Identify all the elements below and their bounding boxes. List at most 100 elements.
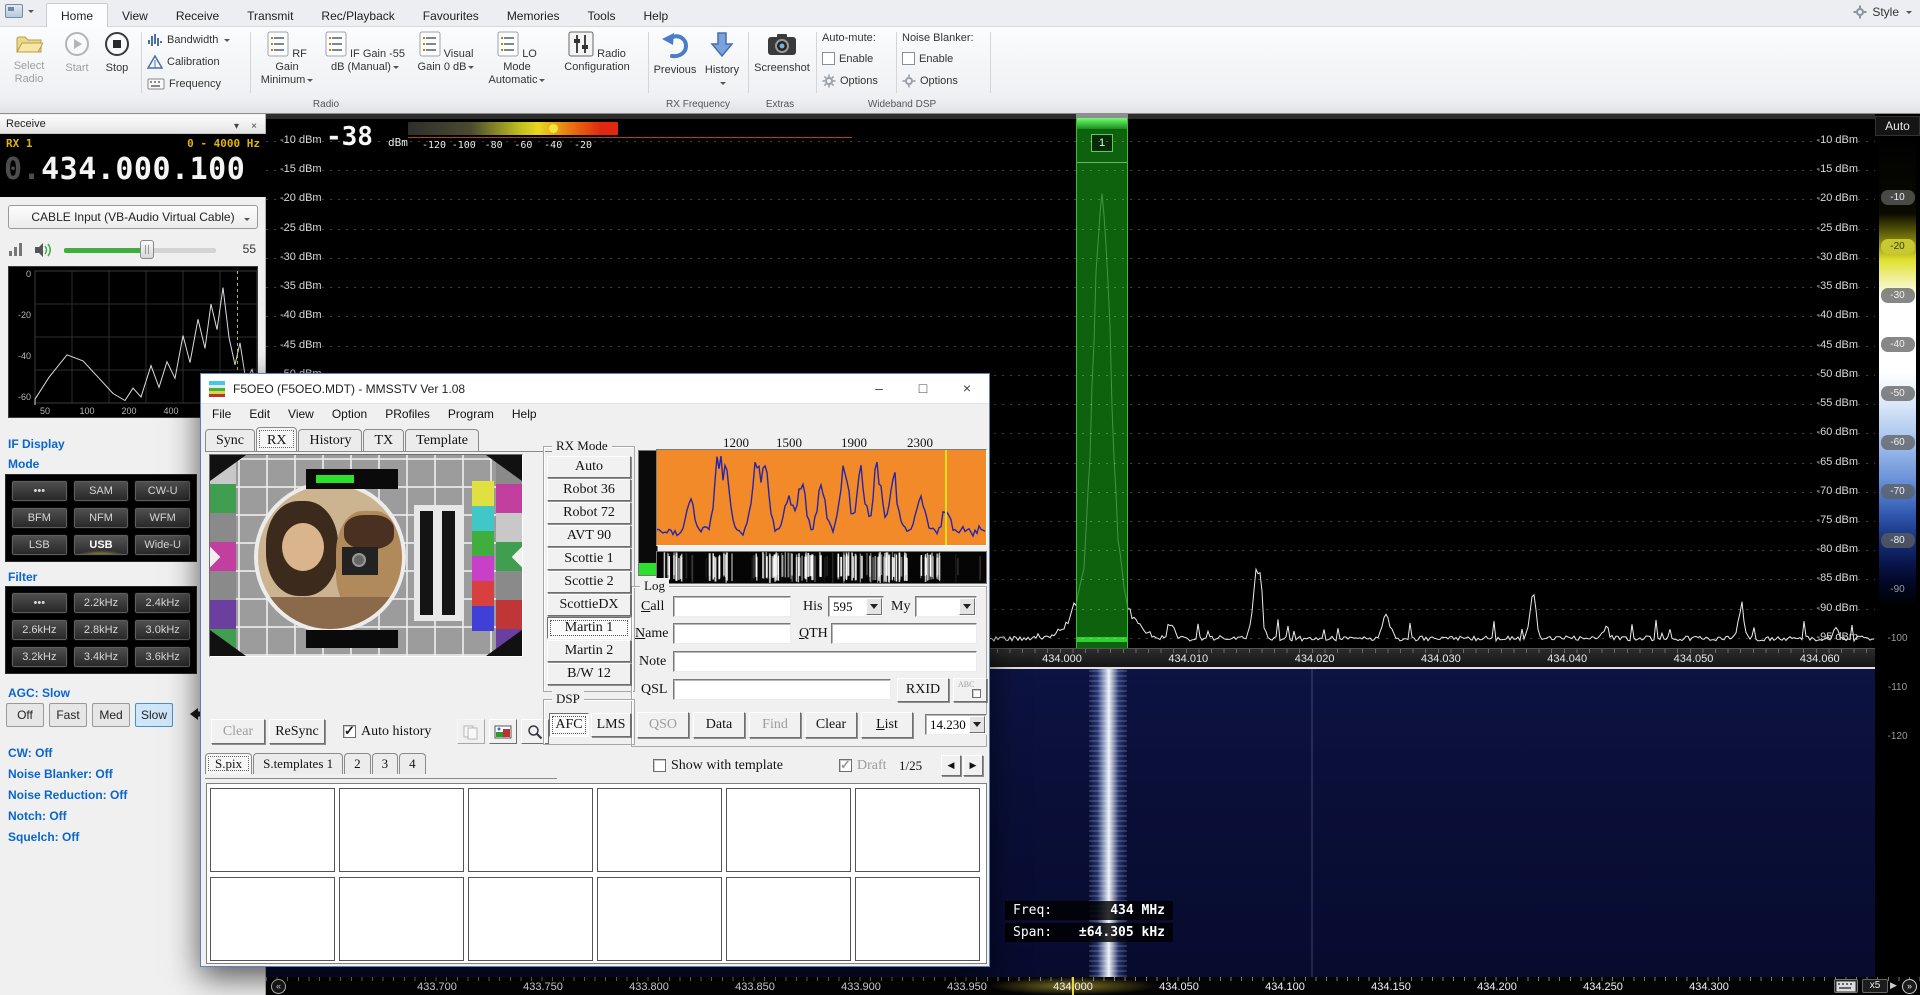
mode-button-cw-u[interactable]: CW-U <box>134 480 191 502</box>
rf-gain-button[interactable]: RF Gain Minimum <box>255 29 319 93</box>
rx-mode-martin-1[interactable]: Martin 1 <box>547 617 631 639</box>
keyboard-entry-button[interactable] <box>1834 979 1858 993</box>
rx-mode-scottiedx[interactable]: ScottieDX <box>547 594 631 616</box>
qth-input[interactable] <box>831 623 977 644</box>
mode-button-usb[interactable]: USB <box>73 534 130 556</box>
filter-button-3-6khz[interactable]: 3.6kHz <box>134 646 191 668</box>
window-title-bar[interactable]: F5OEO (F5OEO.MDT) - MMSSTV Ver 1.08 – □ … <box>201 374 989 404</box>
template-thumbnail-cell[interactable] <box>726 788 851 872</box>
rx-mode-robot-36[interactable]: Robot 36 <box>547 479 631 501</box>
dropdown-button[interactable] <box>969 716 985 733</box>
his-report-dropdown[interactable]: 595 <box>828 596 884 617</box>
audio-device-dropdown[interactable]: CABLE Input (VB-Audio Virtual Cable) <box>8 205 258 229</box>
quick-access-toolbar[interactable] <box>5 4 34 18</box>
my-report-dropdown[interactable] <box>915 596 977 617</box>
agc-button-slow[interactable]: Slow <box>135 703 173 727</box>
mmsstv-window[interactable]: F5OEO (F5OEO.MDT) - MMSSTV Ver 1.08 – □ … <box>200 373 990 967</box>
navbar-freq-433-800[interactable]: 433.800 <box>629 981 669 993</box>
rx-mode-scottie-2[interactable]: Scottie 2 <box>547 571 631 593</box>
radio-configuration-button[interactable]: Radio Configuration <box>553 29 641 93</box>
next-page-button[interactable]: ▶ <box>963 755 983 776</box>
menu-edit[interactable]: Edit <box>240 404 279 424</box>
minimize-button[interactable]: – <box>857 374 901 404</box>
dropdown-button[interactable] <box>959 598 975 615</box>
navbar-freq-433-700[interactable]: 433.700 <box>417 981 457 993</box>
mode-button-sam[interactable]: SAM <box>73 480 130 502</box>
name-input[interactable] <box>673 623 791 644</box>
select-radio-button[interactable]: Select Radio <box>4 29 54 95</box>
mode-button-bfm[interactable]: BFM <box>11 507 68 529</box>
previous-button[interactable]: Previous <box>652 29 698 95</box>
ribbon-tab-rec-playback[interactable]: Rec/Playback <box>307 4 408 27</box>
noise-blanker-enable-checkbox[interactable]: Enable <box>902 52 953 65</box>
navbar-freq-434-300[interactable]: 434.300 <box>1689 981 1729 993</box>
pictures-tab-s-templates-1[interactable]: S.templates 1 <box>253 753 343 774</box>
frequency-navigation-bar[interactable]: 433.700433.750433.800433.850433.900433.9… <box>266 977 1920 995</box>
auto-mute-enable-checkbox[interactable]: Enable <box>822 52 873 65</box>
scroll-left-button[interactable]: « <box>271 979 286 994</box>
rx-mode-robot-72[interactable]: Robot 72 <box>547 502 631 524</box>
dropdown-button[interactable] <box>866 598 882 615</box>
template-thumbnail-cell[interactable] <box>855 788 980 872</box>
navbar-freq-434-150[interactable]: 434.150 <box>1371 981 1411 993</box>
filter-button-3-0khz[interactable]: 3.0kHz <box>134 619 191 641</box>
calibration-button[interactable]: Calibration <box>147 52 220 72</box>
visual-gain-button[interactable]: Visual Gain 0 dB <box>411 29 481 93</box>
ribbon-tab-receive[interactable]: Receive <box>162 4 233 27</box>
filter-button-dots[interactable]: ••• <box>11 592 68 614</box>
noise-blanker-options-button[interactable]: Options <box>902 74 958 88</box>
pictures-tab-3[interactable]: 3 <box>372 753 399 774</box>
pictures-tab-4[interactable]: 4 <box>399 753 426 774</box>
template-thumbnail-cell[interactable] <box>210 788 335 872</box>
navbar-freq-434-200[interactable]: 434.200 <box>1477 981 1517 993</box>
pictures-tab-2[interactable]: 2 <box>344 753 371 774</box>
navbar-freq-433-900[interactable]: 433.900 <box>841 981 881 993</box>
ribbon-tab-view[interactable]: View <box>108 4 162 27</box>
if-gain-button[interactable]: IF Gain -55 dB (Manual) <box>321 29 409 93</box>
abc-button[interactable]: ABC <box>953 678 987 702</box>
scroll-right-button[interactable]: » <box>1902 979 1917 994</box>
template-thumbnail-cell[interactable] <box>855 877 980 961</box>
note-input[interactable] <box>673 651 977 672</box>
mode-button-wide-u[interactable]: Wide-U <box>134 534 191 556</box>
dsp-lms[interactable]: LMS <box>591 713 631 737</box>
mmsstv-tab-template[interactable]: Template <box>405 429 479 451</box>
template-thumbnail-cell[interactable] <box>597 877 722 961</box>
speaker-icon[interactable] <box>34 242 54 261</box>
menu-option[interactable]: Option <box>323 404 376 424</box>
rx-mode-auto[interactable]: Auto <box>547 456 631 478</box>
navbar-freq-433-850[interactable]: 433.850 <box>735 981 775 993</box>
mmsstv-tab-tx[interactable]: TX <box>363 429 404 451</box>
template-thumbnail-cell[interactable] <box>339 877 464 961</box>
qsl-input[interactable] <box>673 679 891 700</box>
rxid-button[interactable]: RXID <box>897 678 949 702</box>
navbar-freq-434-250[interactable]: 434.250 <box>1583 981 1623 993</box>
mode-button-lsb[interactable]: LSB <box>11 534 68 556</box>
log-frequency-dropdown[interactable]: 14.230 <box>925 714 987 735</box>
picture-button[interactable] <box>489 719 517 744</box>
menu-view[interactable]: View <box>279 404 323 424</box>
volume-slider-thumb[interactable] <box>140 240 154 259</box>
template-thumbnail-cell[interactable] <box>468 788 593 872</box>
zoom-step-button[interactable]: ▶ <box>1890 980 1897 991</box>
log-button-qso[interactable]: QSO <box>637 712 689 738</box>
rx-mode-martin-2[interactable]: Martin 2 <box>547 640 631 662</box>
mode-button-wfm[interactable]: WFM <box>134 507 191 529</box>
legend-auto-button[interactable]: Auto <box>1875 116 1920 136</box>
menu-file[interactable]: File <box>203 404 240 424</box>
lo-mode-button[interactable]: LO Mode Automatic <box>483 29 551 93</box>
history-button[interactable]: History <box>700 29 744 95</box>
rx-mode-avt-90[interactable]: AVT 90 <box>547 525 631 547</box>
tuned-frequency[interactable]: 0.434.000.100 <box>4 152 245 187</box>
template-thumbnail-cell[interactable] <box>210 877 335 961</box>
frequency-button[interactable]: Frequency <box>147 74 221 94</box>
navbar-freq-434-000[interactable]: 434.000 <box>1053 981 1093 993</box>
mmsstv-tab-rx[interactable]: RX <box>256 427 297 451</box>
mode-button-nfm[interactable]: NFM <box>73 507 130 529</box>
stop-button[interactable]: Stop <box>98 29 136 95</box>
agc-button-off[interactable]: Off <box>6 703 44 727</box>
agc-button-fast[interactable]: Fast <box>49 703 87 727</box>
clear-button[interactable]: Clear <box>211 719 265 744</box>
legend-gradient[interactable] <box>1879 138 1916 975</box>
rx-channel-band[interactable]: 1 <box>1076 118 1128 648</box>
